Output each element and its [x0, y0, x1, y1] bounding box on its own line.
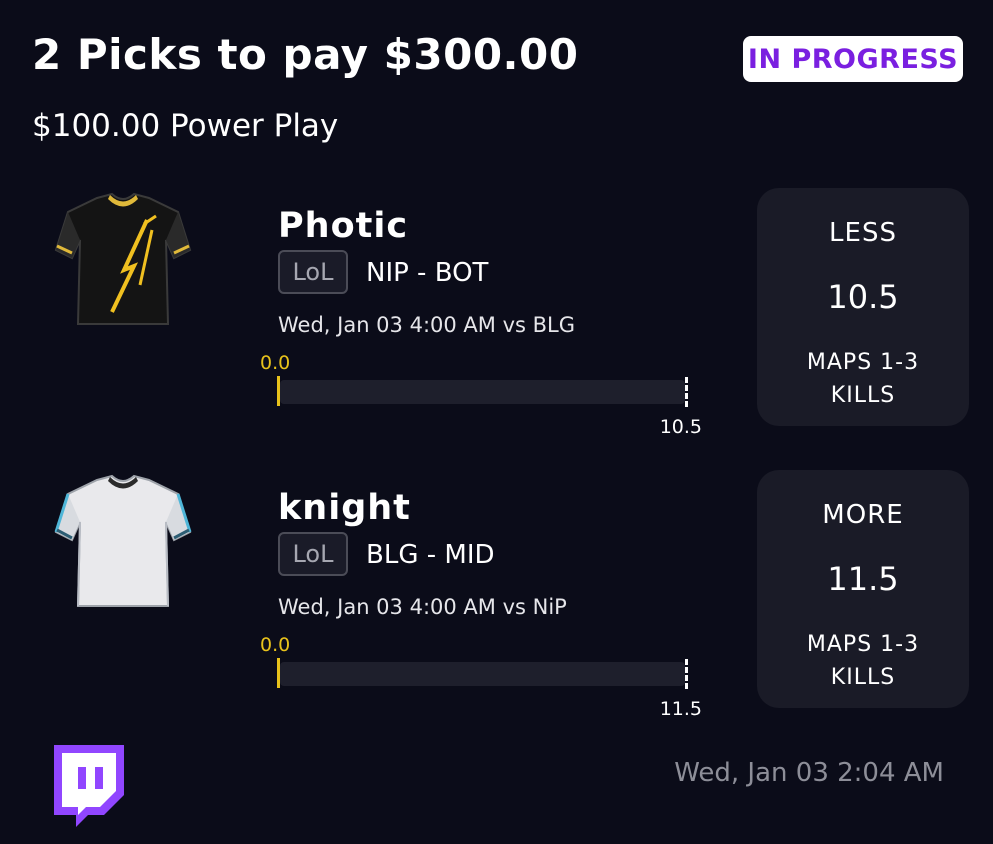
- black-gold-jersey-icon: [54, 192, 192, 325]
- game-time: Wed, Jan 03 4:00 AM vs BLG: [278, 313, 575, 337]
- progress-start-marker: [277, 376, 280, 406]
- progress-bar: [280, 380, 685, 404]
- line-value: 10.5: [659, 416, 702, 438]
- stat-type: MAPS 1-3 KILLS: [757, 346, 969, 412]
- league-badge: LoL: [278, 250, 348, 294]
- pick-direction: MORE: [822, 500, 904, 530]
- stat-type: MAPS 1-3 KILLS: [757, 628, 969, 694]
- page-title: 2 Picks to pay $300.00: [32, 30, 579, 79]
- projection-line: 11.5: [827, 560, 899, 598]
- stat-type-line1: MAPS 1-3: [806, 632, 920, 657]
- stat-type-line2: KILLS: [830, 383, 896, 408]
- white-blue-jersey-icon: [54, 474, 192, 607]
- progress-bar: [280, 662, 685, 686]
- projection-card[interactable]: LESS 10.5 MAPS 1-3 KILLS: [757, 188, 969, 426]
- pick-card[interactable]: Photic LoL NIP - BOT Wed, Jan 03 4:00 AM…: [0, 188, 993, 438]
- timestamp: Wed, Jan 03 2:04 AM: [674, 758, 944, 788]
- status-badge: IN PROGRESS: [743, 36, 963, 82]
- current-value: 0.0: [260, 352, 291, 374]
- twitch-icon[interactable]: [48, 745, 124, 832]
- team-position: BLG - MID: [366, 540, 495, 570]
- stat-type-line1: MAPS 1-3: [806, 350, 920, 375]
- line-marker: [685, 377, 688, 407]
- pick-card[interactable]: knight LoL BLG - MID Wed, Jan 03 4:00 AM…: [0, 470, 993, 720]
- line-marker: [685, 659, 688, 689]
- entry-subtitle: $100.00 Power Play: [32, 108, 339, 144]
- game-time: Wed, Jan 03 4:00 AM vs NiP: [278, 595, 567, 619]
- team-position: NIP - BOT: [366, 258, 489, 288]
- league-badge: LoL: [278, 532, 348, 576]
- projection-card[interactable]: MORE 11.5 MAPS 1-3 KILLS: [757, 470, 969, 708]
- line-value: 11.5: [659, 698, 702, 720]
- current-value: 0.0: [260, 634, 291, 656]
- player-name: Photic: [278, 206, 409, 246]
- projection-line: 10.5: [827, 278, 899, 316]
- pick-direction: LESS: [829, 218, 897, 248]
- progress-start-marker: [277, 658, 280, 688]
- stat-type-line2: KILLS: [830, 665, 896, 690]
- player-name: knight: [278, 488, 411, 528]
